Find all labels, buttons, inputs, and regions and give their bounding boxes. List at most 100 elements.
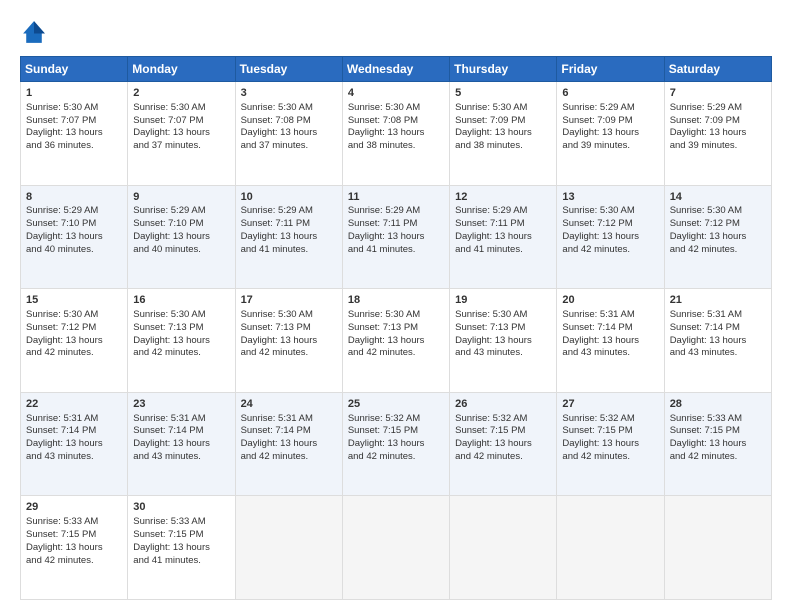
day-info-line: Sunset: 7:12 PM [26,322,122,335]
calendar-cell: 14Sunrise: 5:30 AMSunset: 7:12 PMDayligh… [664,185,771,289]
day-info-line: Sunrise: 5:30 AM [348,102,444,115]
calendar-cell: 11Sunrise: 5:29 AMSunset: 7:11 PMDayligh… [342,185,449,289]
day-info-line: Sunset: 7:14 PM [670,322,766,335]
day-info-line: Sunset: 7:14 PM [26,425,122,438]
calendar-cell: 16Sunrise: 5:30 AMSunset: 7:13 PMDayligh… [128,289,235,393]
calendar-cell: 22Sunrise: 5:31 AMSunset: 7:14 PMDayligh… [21,392,128,496]
day-number: 22 [26,397,122,412]
calendar-week-row: 29Sunrise: 5:33 AMSunset: 7:15 PMDayligh… [21,496,772,600]
day-info-line: and 43 minutes. [133,451,229,464]
day-info-line: Daylight: 13 hours [455,231,551,244]
day-number: 4 [348,86,444,101]
day-info-line: and 41 minutes. [348,244,444,257]
day-info-line: Sunset: 7:08 PM [348,115,444,128]
day-number: 25 [348,397,444,412]
day-info-line: Daylight: 13 hours [26,127,122,140]
day-info-line: and 41 minutes. [133,555,229,568]
calendar-week-row: 15Sunrise: 5:30 AMSunset: 7:12 PMDayligh… [21,289,772,393]
day-info-line: Sunrise: 5:29 AM [455,205,551,218]
calendar-cell: 1Sunrise: 5:30 AMSunset: 7:07 PMDaylight… [21,82,128,186]
day-header-monday: Monday [128,57,235,82]
header [20,18,772,46]
day-info-line: Sunrise: 5:30 AM [26,309,122,322]
day-info-line: Sunrise: 5:30 AM [241,102,337,115]
day-number: 5 [455,86,551,101]
day-number: 30 [133,500,229,515]
day-info-line: Sunrise: 5:31 AM [26,413,122,426]
day-info-line: Sunset: 7:13 PM [348,322,444,335]
day-info-line: Daylight: 13 hours [348,438,444,451]
day-info-line: Sunrise: 5:29 AM [670,102,766,115]
day-info-line: Sunset: 7:14 PM [241,425,337,438]
calendar-cell: 25Sunrise: 5:32 AMSunset: 7:15 PMDayligh… [342,392,449,496]
day-info-line: Sunset: 7:11 PM [348,218,444,231]
calendar-cell: 5Sunrise: 5:30 AMSunset: 7:09 PMDaylight… [450,82,557,186]
day-info-line: Sunset: 7:13 PM [455,322,551,335]
day-info-line: Sunrise: 5:33 AM [133,516,229,529]
day-info-line: Daylight: 13 hours [562,335,658,348]
page: SundayMondayTuesdayWednesdayThursdayFrid… [0,0,792,612]
day-info-line: Sunrise: 5:30 AM [241,309,337,322]
day-info-line: and 36 minutes. [26,140,122,153]
day-info-line: Sunrise: 5:33 AM [670,413,766,426]
day-number: 14 [670,190,766,205]
calendar-cell: 4Sunrise: 5:30 AMSunset: 7:08 PMDaylight… [342,82,449,186]
day-info-line: Sunrise: 5:30 AM [26,102,122,115]
day-info-line: and 42 minutes. [562,451,658,464]
day-info-line: and 42 minutes. [133,347,229,360]
day-info-line: and 40 minutes. [26,244,122,257]
day-info-line: Sunset: 7:14 PM [133,425,229,438]
calendar-week-row: 1Sunrise: 5:30 AMSunset: 7:07 PMDaylight… [21,82,772,186]
day-number: 12 [455,190,551,205]
day-info-line: Daylight: 13 hours [670,127,766,140]
day-info-line: Sunset: 7:10 PM [133,218,229,231]
day-info-line: Sunrise: 5:29 AM [26,205,122,218]
day-info-line: Sunset: 7:10 PM [26,218,122,231]
day-number: 26 [455,397,551,412]
day-header-tuesday: Tuesday [235,57,342,82]
day-info-line: Sunset: 7:11 PM [241,218,337,231]
day-info-line: Sunset: 7:08 PM [241,115,337,128]
calendar-cell [235,496,342,600]
day-info-line: Sunset: 7:15 PM [562,425,658,438]
day-info-line: Daylight: 13 hours [26,542,122,555]
calendar-cell [664,496,771,600]
day-number: 20 [562,293,658,308]
day-info-line: Sunset: 7:07 PM [26,115,122,128]
calendar-cell [342,496,449,600]
day-info-line: and 38 minutes. [455,140,551,153]
day-info-line: Sunset: 7:12 PM [562,218,658,231]
day-info-line: Sunset: 7:14 PM [562,322,658,335]
calendar-cell: 20Sunrise: 5:31 AMSunset: 7:14 PMDayligh… [557,289,664,393]
day-number: 27 [562,397,658,412]
day-info-line: Sunrise: 5:30 AM [455,102,551,115]
day-info-line: Daylight: 13 hours [348,127,444,140]
day-info-line: Sunrise: 5:31 AM [562,309,658,322]
calendar-cell: 30Sunrise: 5:33 AMSunset: 7:15 PMDayligh… [128,496,235,600]
day-info-line: Sunset: 7:09 PM [562,115,658,128]
day-header-saturday: Saturday [664,57,771,82]
calendar-cell: 9Sunrise: 5:29 AMSunset: 7:10 PMDaylight… [128,185,235,289]
day-info-line: Sunrise: 5:31 AM [133,413,229,426]
calendar-cell: 13Sunrise: 5:30 AMSunset: 7:12 PMDayligh… [557,185,664,289]
day-number: 2 [133,86,229,101]
day-info-line: Sunrise: 5:32 AM [348,413,444,426]
calendar-cell: 2Sunrise: 5:30 AMSunset: 7:07 PMDaylight… [128,82,235,186]
day-info-line: Daylight: 13 hours [562,231,658,244]
day-info-line: and 39 minutes. [670,140,766,153]
day-info-line: and 42 minutes. [241,451,337,464]
calendar-cell: 10Sunrise: 5:29 AMSunset: 7:11 PMDayligh… [235,185,342,289]
day-info-line: and 39 minutes. [562,140,658,153]
day-info-line: Sunrise: 5:29 AM [133,205,229,218]
day-info-line: Sunset: 7:09 PM [670,115,766,128]
day-info-line: Sunrise: 5:30 AM [562,205,658,218]
day-info-line: Sunrise: 5:31 AM [241,413,337,426]
day-info-line: Sunset: 7:15 PM [26,529,122,542]
day-info-line: Daylight: 13 hours [670,231,766,244]
day-info-line: Sunrise: 5:30 AM [670,205,766,218]
day-info-line: and 42 minutes. [26,347,122,360]
day-info-line: and 41 minutes. [455,244,551,257]
calendar-cell: 19Sunrise: 5:30 AMSunset: 7:13 PMDayligh… [450,289,557,393]
day-info-line: and 42 minutes. [670,451,766,464]
day-info-line: and 40 minutes. [133,244,229,257]
